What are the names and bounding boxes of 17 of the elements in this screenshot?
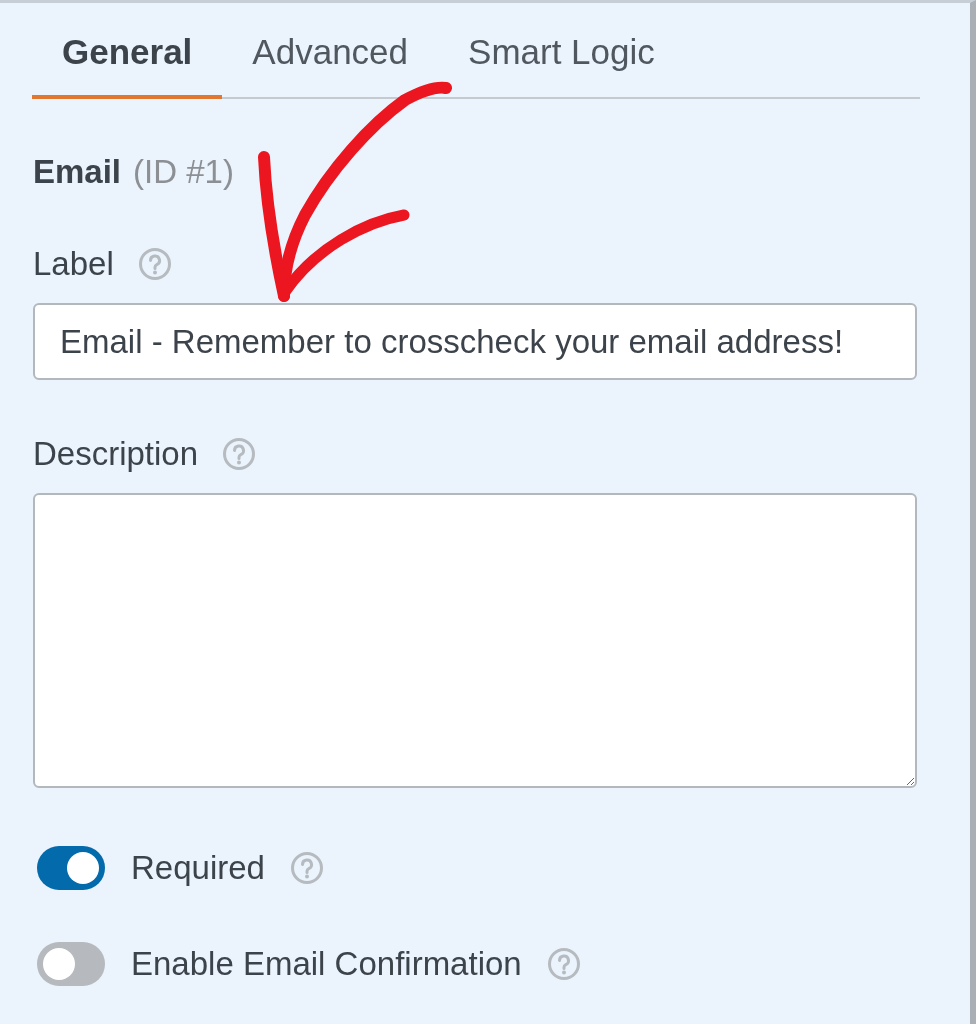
- field-label: Description: [33, 434, 199, 474]
- help-icon[interactable]: [547, 948, 580, 980]
- label-input[interactable]: Email - Remember to crosscheck your email address!: [33, 303, 917, 380]
- toggle-label: Enable Email Confirmation: [131, 944, 522, 984]
- field-label: Label: [33, 244, 114, 284]
- toggle-label: Required: [131, 848, 265, 888]
- description-textarea[interactable]: [33, 493, 917, 788]
- tab[interactable]: General: [32, 3, 223, 99]
- field-name: Email: [33, 152, 122, 192]
- help-icon[interactable]: [223, 438, 256, 470]
- toggle-switch[interactable]: [37, 942, 105, 986]
- help-icon[interactable]: [290, 852, 323, 884]
- help-icon[interactable]: [138, 248, 171, 280]
- toggle-switch[interactable]: [37, 846, 105, 890]
- tab[interactable]: Advanced: [222, 3, 439, 99]
- tab[interactable]: Smart Logic: [438, 3, 685, 99]
- field-id: (ID #1): [133, 152, 234, 192]
